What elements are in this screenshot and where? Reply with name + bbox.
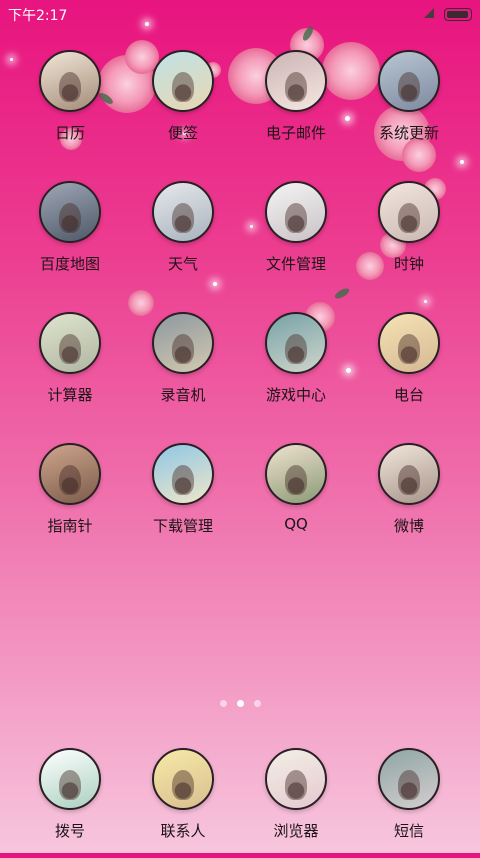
- calendar-app-icon[interactable]: [39, 50, 101, 112]
- map-app-icon[interactable]: [39, 181, 101, 243]
- compass-app-icon[interactable]: [39, 443, 101, 505]
- weibo-app-icon[interactable]: [378, 443, 440, 505]
- app-label: 联系人: [160, 822, 206, 840]
- page-indicator[interactable]: [0, 700, 480, 712]
- dock-phone[interactable]: 拨号: [15, 748, 125, 858]
- app-label: 拨号: [54, 822, 85, 840]
- system-update-app-icon[interactable]: [378, 50, 440, 112]
- contacts-app-icon[interactable]: [152, 748, 214, 810]
- dock-messages[interactable]: 短信: [354, 748, 464, 858]
- app-qq[interactable]: QQ: [241, 443, 351, 553]
- app-row: 计算器 录音机 游戏中心 电台: [0, 312, 480, 422]
- status-time: 下午2:17: [8, 8, 68, 24]
- messages-app-icon[interactable]: [378, 748, 440, 810]
- app-system-update[interactable]: 系统更新: [354, 50, 464, 160]
- weather-app-icon[interactable]: [152, 181, 214, 243]
- battery-icon: [444, 8, 472, 21]
- clock-app-icon[interactable]: [378, 181, 440, 243]
- page-dot-active[interactable]: [236, 700, 244, 707]
- app-weibo[interactable]: 微博: [354, 443, 464, 553]
- status-bar: 下午2:17: [0, 0, 480, 28]
- app-row: 百度地图 天气 文件管理 时钟: [0, 181, 480, 291]
- app-label: 短信: [393, 822, 424, 840]
- app-label: 微博: [393, 517, 424, 535]
- signal-icon: [424, 8, 434, 18]
- app-label: 文件管理: [265, 255, 326, 273]
- app-label: 便签: [167, 124, 198, 142]
- browser-app-icon[interactable]: [265, 748, 327, 810]
- app-label: 电子邮件: [265, 124, 326, 142]
- page-dot[interactable]: [219, 700, 227, 707]
- app-email[interactable]: 电子邮件: [241, 50, 351, 160]
- notes-app-icon[interactable]: [152, 50, 214, 112]
- app-file-manager[interactable]: 文件管理: [241, 181, 351, 291]
- dock: 拨号 联系人 浏览器 短信: [0, 748, 480, 853]
- dock-contacts[interactable]: 联系人: [128, 748, 238, 858]
- app-label: 浏览器: [273, 822, 319, 840]
- radio-app-icon[interactable]: [378, 312, 440, 374]
- app-calendar[interactable]: 日历: [15, 50, 125, 160]
- app-label: 系统更新: [378, 124, 439, 142]
- download-manager-app-icon[interactable]: [152, 443, 214, 505]
- page-dot[interactable]: [253, 700, 261, 707]
- app-label: 录音机: [160, 386, 206, 404]
- app-row: 日历 便签 电子邮件 系统更新: [0, 50, 480, 160]
- app-radio[interactable]: 电台: [354, 312, 464, 422]
- app-row: 指南针 下载管理 QQ 微博: [0, 443, 480, 553]
- app-notes[interactable]: 便签: [128, 50, 238, 160]
- app-baidu-map[interactable]: 百度地图: [15, 181, 125, 291]
- app-label: 计算器: [47, 386, 93, 404]
- app-label: 百度地图: [39, 255, 100, 273]
- recorder-app-icon[interactable]: [152, 312, 214, 374]
- file-manager-app-icon[interactable]: [265, 181, 327, 243]
- app-calculator[interactable]: 计算器: [15, 312, 125, 422]
- app-label: QQ: [284, 515, 308, 533]
- app-label: 下载管理: [152, 517, 213, 535]
- app-label: 指南针: [47, 517, 93, 535]
- app-label: 游戏中心: [265, 386, 326, 404]
- app-label: 日历: [54, 124, 85, 142]
- app-label: 电台: [393, 386, 424, 404]
- app-label: 时钟: [393, 255, 424, 273]
- app-recorder[interactable]: 录音机: [128, 312, 238, 422]
- email-app-icon[interactable]: [265, 50, 327, 112]
- app-download-manager[interactable]: 下载管理: [128, 443, 238, 553]
- game-center-app-icon[interactable]: [265, 312, 327, 374]
- qq-app-icon[interactable]: [265, 443, 327, 505]
- app-clock[interactable]: 时钟: [354, 181, 464, 291]
- dock-browser[interactable]: 浏览器: [241, 748, 351, 858]
- app-game-center[interactable]: 游戏中心: [241, 312, 351, 422]
- app-label: 天气: [167, 255, 198, 273]
- calculator-app-icon[interactable]: [39, 312, 101, 374]
- phone-app-icon[interactable]: [39, 748, 101, 810]
- app-compass[interactable]: 指南针: [15, 443, 125, 553]
- app-weather[interactable]: 天气: [128, 181, 238, 291]
